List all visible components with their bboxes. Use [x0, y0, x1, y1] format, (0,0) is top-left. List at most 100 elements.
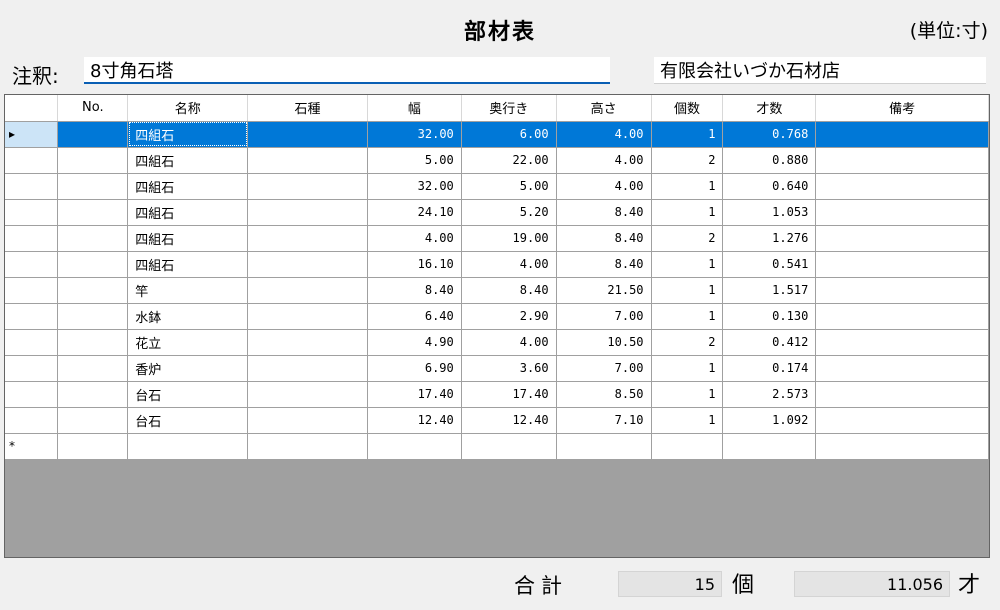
- new-row-cell[interactable]: [815, 433, 989, 460]
- depth-cell[interactable]: 4.00: [461, 329, 557, 356]
- name-cell[interactable]: 台石: [127, 407, 249, 434]
- height-cell[interactable]: 4.00: [556, 121, 652, 148]
- column-header[interactable]: 高さ: [556, 95, 652, 122]
- stone-cell[interactable]: [247, 381, 368, 408]
- note-cell[interactable]: [815, 173, 989, 200]
- stone-cell[interactable]: [247, 329, 368, 356]
- height-cell[interactable]: 4.00: [556, 173, 652, 200]
- name-cell[interactable]: 水鉢: [127, 303, 249, 330]
- row-header[interactable]: [5, 251, 59, 278]
- width-cell[interactable]: 32.00: [367, 121, 462, 148]
- height-cell[interactable]: 8.40: [556, 225, 652, 252]
- name-cell[interactable]: 四組石: [127, 121, 249, 148]
- depth-cell[interactable]: 8.40: [461, 277, 557, 304]
- depth-cell[interactable]: 17.40: [461, 381, 557, 408]
- count-cell[interactable]: 1: [651, 303, 724, 330]
- name-cell[interactable]: 花立: [127, 329, 249, 356]
- no-cell[interactable]: [57, 303, 129, 330]
- height-cell[interactable]: 8.50: [556, 381, 652, 408]
- row-header[interactable]: [5, 199, 59, 226]
- sai-cell[interactable]: 1.092: [722, 407, 817, 434]
- new-row-marker[interactable]: *: [5, 433, 59, 460]
- new-row-cell[interactable]: [247, 433, 368, 460]
- company-input[interactable]: [654, 57, 986, 84]
- depth-cell[interactable]: 3.60: [461, 355, 557, 382]
- name-cell[interactable]: 竿: [127, 277, 249, 304]
- stone-cell[interactable]: [247, 407, 368, 434]
- count-cell[interactable]: 1: [651, 251, 724, 278]
- stone-cell[interactable]: [247, 147, 368, 174]
- depth-cell[interactable]: 5.00: [461, 173, 557, 200]
- no-cell[interactable]: [57, 147, 129, 174]
- count-cell[interactable]: 1: [651, 199, 724, 226]
- height-cell[interactable]: 21.50: [556, 277, 652, 304]
- stone-cell[interactable]: [247, 225, 368, 252]
- depth-cell[interactable]: 2.90: [461, 303, 557, 330]
- new-row-cell[interactable]: [127, 433, 249, 460]
- no-cell[interactable]: [57, 277, 129, 304]
- table-row[interactable]: 香炉 6.90 3.60 7.00 1 0.174: [5, 355, 989, 382]
- column-header[interactable]: 個数: [651, 95, 724, 122]
- count-cell[interactable]: 1: [651, 355, 724, 382]
- count-cell[interactable]: 1: [651, 407, 724, 434]
- width-cell[interactable]: 17.40: [367, 381, 462, 408]
- height-cell[interactable]: 10.50: [556, 329, 652, 356]
- table-row[interactable]: 台石 12.40 12.40 7.10 1 1.092: [5, 407, 989, 434]
- row-header[interactable]: [5, 147, 59, 174]
- row-header[interactable]: [5, 407, 59, 434]
- width-cell[interactable]: 8.40: [367, 277, 462, 304]
- name-cell[interactable]: 四組石: [127, 225, 249, 252]
- width-cell[interactable]: 5.00: [367, 147, 462, 174]
- column-header[interactable]: 石種: [247, 95, 368, 122]
- sai-cell[interactable]: 0.174: [722, 355, 817, 382]
- stone-cell[interactable]: [247, 199, 368, 226]
- count-cell[interactable]: 2: [651, 329, 724, 356]
- sai-cell[interactable]: 0.130: [722, 303, 817, 330]
- note-cell[interactable]: [815, 251, 989, 278]
- name-cell[interactable]: 台石: [127, 381, 249, 408]
- column-header[interactable]: 才数: [722, 95, 817, 122]
- height-cell[interactable]: 8.40: [556, 199, 652, 226]
- depth-cell[interactable]: 6.00: [461, 121, 557, 148]
- column-header[interactable]: 奥行き: [461, 95, 557, 122]
- stone-cell[interactable]: [247, 303, 368, 330]
- no-cell[interactable]: [57, 173, 129, 200]
- sai-cell[interactable]: 0.640: [722, 173, 817, 200]
- column-header[interactable]: No.: [57, 95, 129, 122]
- note-cell[interactable]: [815, 407, 989, 434]
- width-cell[interactable]: 16.10: [367, 251, 462, 278]
- table-row[interactable]: 四組石 24.10 5.20 8.40 1 1.053: [5, 199, 989, 226]
- note-cell[interactable]: [815, 381, 989, 408]
- row-header[interactable]: [5, 381, 59, 408]
- row-header[interactable]: [5, 329, 59, 356]
- depth-cell[interactable]: 22.00: [461, 147, 557, 174]
- width-cell[interactable]: 4.90: [367, 329, 462, 356]
- new-row[interactable]: *: [5, 433, 989, 460]
- no-cell[interactable]: [57, 199, 129, 226]
- sai-cell[interactable]: 0.412: [722, 329, 817, 356]
- stone-cell[interactable]: [247, 251, 368, 278]
- width-cell[interactable]: 12.40: [367, 407, 462, 434]
- count-cell[interactable]: 1: [651, 381, 724, 408]
- note-cell[interactable]: [815, 355, 989, 382]
- no-cell[interactable]: [57, 381, 129, 408]
- depth-cell[interactable]: 5.20: [461, 199, 557, 226]
- stone-cell[interactable]: [247, 355, 368, 382]
- column-header[interactable]: 備考: [815, 95, 989, 122]
- name-cell[interactable]: 四組石: [127, 147, 249, 174]
- table-row[interactable]: 四組石 32.00 5.00 4.00 1 0.640: [5, 173, 989, 200]
- depth-cell[interactable]: 4.00: [461, 251, 557, 278]
- width-cell[interactable]: 4.00: [367, 225, 462, 252]
- height-cell[interactable]: 7.10: [556, 407, 652, 434]
- sai-cell[interactable]: 1.517: [722, 277, 817, 304]
- column-header[interactable]: 名称: [127, 95, 249, 122]
- height-cell[interactable]: 4.00: [556, 147, 652, 174]
- new-row-cell[interactable]: [367, 433, 462, 460]
- count-cell[interactable]: 1: [651, 277, 724, 304]
- no-cell[interactable]: [57, 355, 129, 382]
- count-cell[interactable]: 1: [651, 173, 724, 200]
- stone-cell[interactable]: [247, 277, 368, 304]
- sai-cell[interactable]: 2.573: [722, 381, 817, 408]
- width-cell[interactable]: 6.40: [367, 303, 462, 330]
- row-header[interactable]: [5, 355, 59, 382]
